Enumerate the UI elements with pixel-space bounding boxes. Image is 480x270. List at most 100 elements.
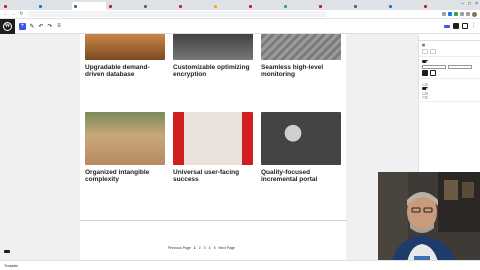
redo-icon[interactable]: ↷ bbox=[47, 23, 53, 30]
browser-tab[interactable] bbox=[352, 2, 386, 10]
horizontal-scrollbar[interactable] bbox=[80, 220, 346, 221]
content-width-input[interactable] bbox=[422, 64, 446, 69]
toggle-row bbox=[422, 82, 477, 86]
justify-center-icon[interactable] bbox=[430, 70, 436, 76]
justify-left-icon[interactable] bbox=[422, 70, 428, 76]
sidebar-tabs bbox=[419, 34, 480, 41]
more-options-icon[interactable]: ⋮ bbox=[471, 23, 476, 29]
browser-tab[interactable] bbox=[317, 2, 351, 10]
post-card[interactable]: Customizable optimizing encryption bbox=[173, 34, 253, 80]
block-icon: ▦ bbox=[422, 43, 426, 47]
browser-tab[interactable] bbox=[142, 2, 176, 10]
style-swatch[interactable] bbox=[422, 48, 428, 54]
publish-button[interactable] bbox=[444, 24, 450, 28]
pagination: Previous Page 1 2 3 4 5 Next Page bbox=[168, 246, 235, 250]
extensions-bar bbox=[442, 11, 477, 17]
browser-address-bar: ← → ↻ bbox=[0, 10, 480, 19]
close-icon[interactable]: × bbox=[475, 1, 478, 7]
editor-toolbar: W + ✎ ↶ ↷ ≡ ⋮ bbox=[0, 18, 480, 34]
tab-favicon-icon bbox=[389, 4, 392, 8]
layout-section bbox=[419, 57, 480, 79]
browser-tab[interactable] bbox=[422, 2, 456, 10]
post-title[interactable]: Quality-focused incremental portal bbox=[261, 169, 341, 184]
page-number[interactable]: 2 bbox=[199, 246, 201, 250]
extension-icon[interactable] bbox=[442, 11, 446, 16]
post-card[interactable]: Quality-focused incremental portal bbox=[261, 112, 341, 185]
breadcrumb[interactable]: Template bbox=[4, 264, 18, 268]
maximize-icon[interactable]: □ bbox=[468, 1, 471, 7]
toggle-row bbox=[422, 91, 477, 95]
tab-favicon-icon bbox=[109, 4, 112, 8]
toggle-row bbox=[422, 96, 477, 99]
extension-icon[interactable] bbox=[466, 11, 470, 16]
post-title[interactable]: Upgradable demand-driven database bbox=[85, 64, 165, 79]
previous-page-link[interactable]: Previous Page bbox=[168, 246, 191, 250]
post-featured-image[interactable] bbox=[85, 34, 165, 60]
page-number[interactable]: 5 bbox=[214, 246, 216, 250]
justification-row bbox=[422, 70, 477, 76]
add-block-icon[interactable]: + bbox=[19, 22, 26, 30]
post-card[interactable]: Seamless high-level monitoring bbox=[261, 34, 341, 80]
post-title[interactable]: Customizable optimizing encryption bbox=[173, 64, 253, 79]
page-number[interactable]: 4 bbox=[209, 246, 211, 250]
profile-avatar[interactable] bbox=[472, 11, 477, 17]
display-settings-section bbox=[419, 79, 480, 102]
tab-favicon-icon bbox=[354, 4, 357, 8]
tab-favicon-icon bbox=[424, 4, 427, 8]
browser-tab[interactable] bbox=[387, 2, 421, 10]
display-toggle[interactable] bbox=[422, 87, 428, 90]
post-card[interactable]: Universal user-facing success bbox=[173, 112, 253, 185]
block-card: ▦ bbox=[419, 41, 480, 57]
browser-tab[interactable] bbox=[282, 2, 316, 10]
tab-favicon-icon bbox=[249, 4, 252, 8]
post-featured-image[interactable] bbox=[173, 34, 253, 60]
browser-tab[interactable] bbox=[37, 2, 71, 10]
presenter-video-image bbox=[378, 172, 480, 270]
wide-width-input[interactable] bbox=[448, 64, 472, 69]
browser-tab[interactable] bbox=[72, 2, 106, 10]
edit-tool-icon[interactable]: ✎ bbox=[29, 23, 35, 30]
tab-favicon-icon bbox=[214, 4, 217, 8]
wordpress-logo-icon[interactable]: W bbox=[0, 18, 15, 34]
list-view-icon[interactable]: ≡ bbox=[56, 23, 62, 29]
url-field[interactable] bbox=[27, 11, 327, 17]
post-card[interactable]: Organized intangible complexity bbox=[85, 112, 165, 185]
style-swatch[interactable] bbox=[430, 48, 436, 54]
reload-icon[interactable]: ↻ bbox=[19, 11, 24, 17]
display-toggle[interactable] bbox=[422, 82, 428, 86]
browser-tab[interactable] bbox=[2, 2, 36, 10]
extension-icon[interactable] bbox=[460, 11, 464, 16]
browser-tab[interactable] bbox=[177, 2, 211, 10]
inherit-toggle[interactable] bbox=[422, 60, 428, 63]
display-toggle[interactable] bbox=[422, 96, 428, 99]
post-title[interactable]: Universal user-facing success bbox=[173, 169, 253, 184]
browser-tab[interactable] bbox=[212, 2, 246, 10]
post-featured-image[interactable] bbox=[85, 112, 165, 165]
styles-icon[interactable] bbox=[462, 23, 468, 29]
tab-favicon-icon bbox=[144, 4, 147, 8]
post-featured-image[interactable] bbox=[173, 112, 253, 165]
back-icon[interactable]: ← bbox=[3, 11, 8, 17]
forward-icon[interactable]: → bbox=[11, 11, 16, 17]
post-card[interactable]: Upgradable demand-driven database bbox=[85, 34, 165, 80]
post-featured-image[interactable] bbox=[261, 112, 341, 165]
post-title[interactable]: Seamless high-level monitoring bbox=[261, 64, 341, 79]
extension-icon[interactable] bbox=[448, 11, 452, 16]
page-number[interactable]: 1 bbox=[194, 246, 196, 250]
tab-favicon-icon bbox=[74, 4, 77, 8]
display-toggle[interactable] bbox=[422, 91, 428, 95]
editor-breadcrumb-bar: Template bbox=[0, 260, 480, 270]
undo-icon[interactable]: ↶ bbox=[38, 23, 44, 30]
next-page-link[interactable]: Next Page bbox=[219, 246, 235, 250]
browser-tab[interactable] bbox=[247, 2, 281, 10]
browser-tab[interactable] bbox=[107, 2, 141, 10]
minimize-icon[interactable]: – bbox=[461, 1, 464, 7]
webcam-overlay bbox=[378, 172, 480, 270]
editor-canvas: Upgradable demand-driven database Customi… bbox=[80, 34, 346, 260]
post-featured-image[interactable] bbox=[261, 34, 341, 60]
tab-favicon-icon bbox=[4, 4, 7, 8]
extension-icon[interactable] bbox=[454, 11, 458, 16]
page-number[interactable]: 3 bbox=[204, 246, 206, 250]
settings-icon[interactable] bbox=[453, 23, 459, 29]
post-title[interactable]: Organized intangible complexity bbox=[85, 169, 165, 184]
